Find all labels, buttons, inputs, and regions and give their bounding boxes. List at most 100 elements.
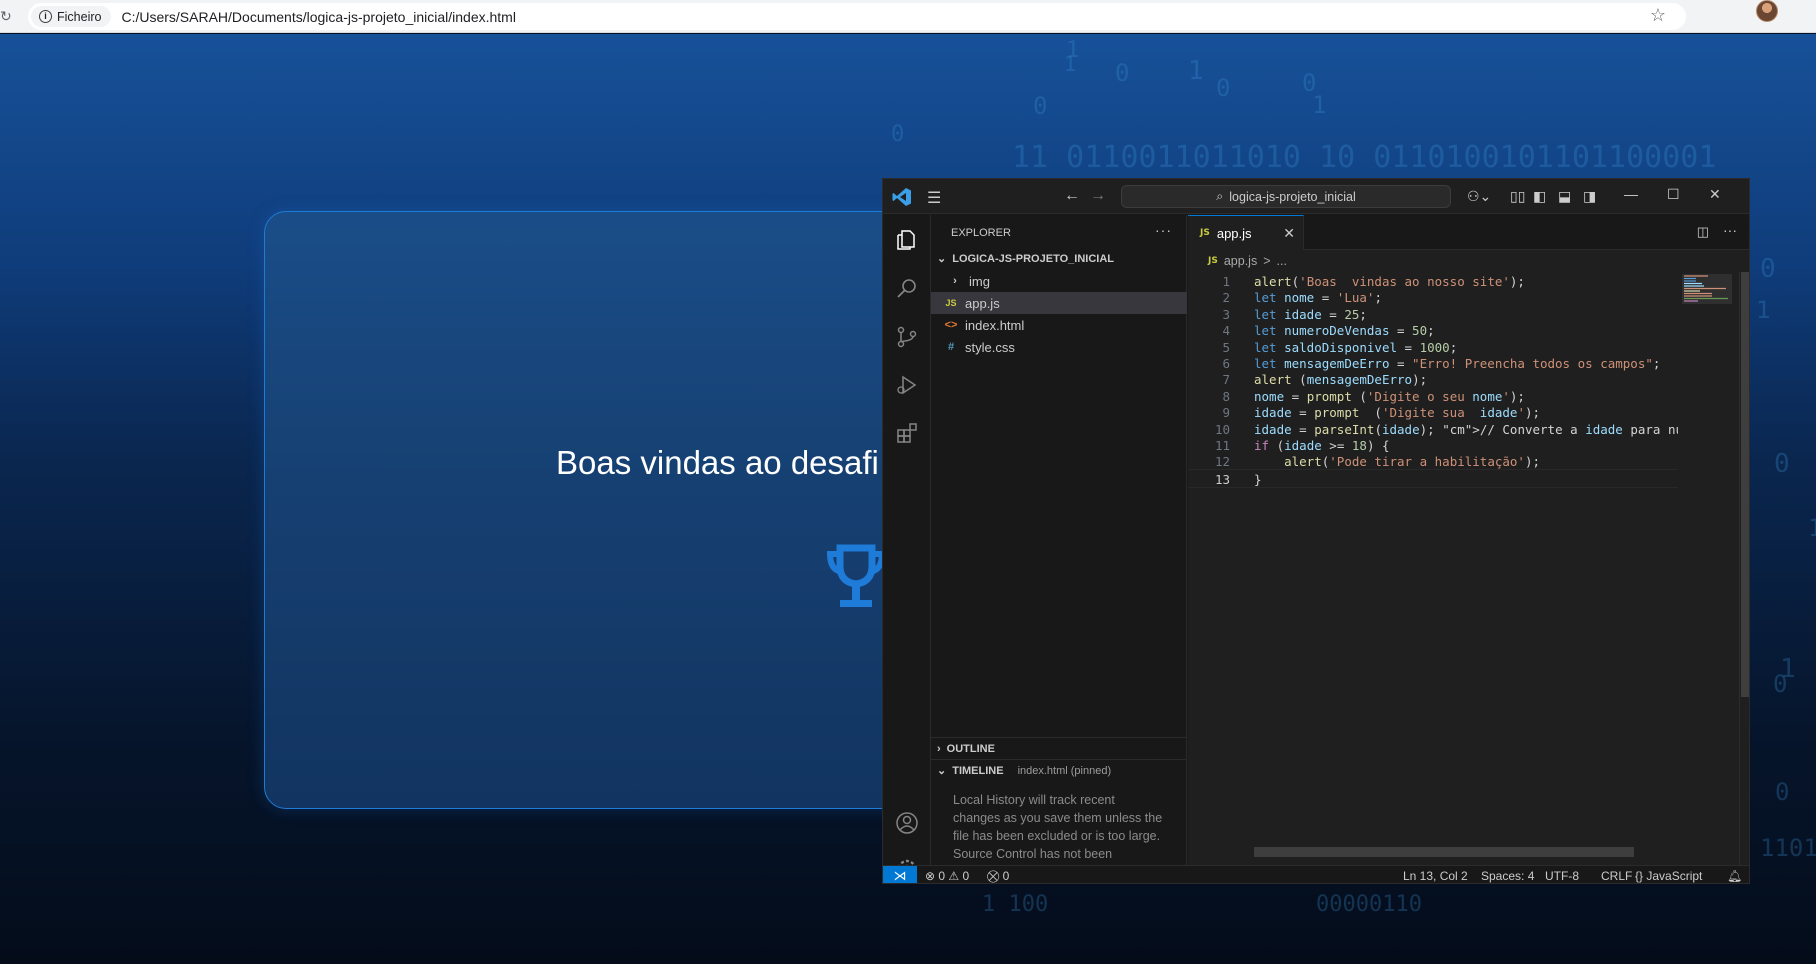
js-file-icon: JS	[1200, 228, 1210, 238]
content-card	[264, 211, 964, 809]
breadcrumb-symbol[interactable]: ...	[1277, 254, 1287, 268]
split-editor-icon[interactable]: ◫	[1697, 224, 1709, 240]
title-bar: ☰ ← → ⌕ logica-js-projeto_inicial ⚇⌄ ▯▯ …	[883, 179, 1749, 214]
chevron-down-icon: ⌄	[937, 765, 947, 777]
binary-digits: 11 0110011011010 10 0110100101101100001	[1012, 140, 1717, 175]
copilot-icon[interactable]: ⚇⌄	[1467, 188, 1491, 205]
cursor-position[interactable]: Ln 13, Col 2	[1403, 869, 1468, 883]
chevron-right-icon: ›	[937, 742, 941, 755]
bookmark-star-icon[interactable]: ☆	[1650, 5, 1666, 26]
browser-toolbar: ↻ i Ficheiro C:/Users/SARAH/Documents/lo…	[0, 0, 1816, 33]
binary-digits: 0	[1774, 449, 1790, 479]
code-line[interactable]: 13}	[1188, 468, 1678, 488]
command-center[interactable]: ⌕ logica-js-projeto_inicial	[1121, 185, 1451, 208]
project-folder-header[interactable]: ⌄ LOGICA-JS-PROJETO_INICIAL	[931, 248, 1187, 269]
timeline-pinned-file: index.html (pinned)	[1017, 764, 1112, 777]
explorer-title: EXPLORER	[951, 227, 1011, 239]
source-control-icon[interactable]	[895, 325, 919, 349]
html-file-icon: <>	[944, 319, 958, 331]
code-editor[interactable]: 1 alert('Boas vindas ao nosso site'); 2 let…	[1188, 272, 1678, 792]
close-icon[interactable]: ✕	[1283, 225, 1295, 242]
toggle-panel-icon[interactable]: ⬓	[1558, 188, 1571, 205]
line-number: 13	[1214, 471, 1230, 487]
language-mode[interactable]: {} JavaScript	[1635, 869, 1702, 883]
activity-bar	[883, 215, 931, 879]
binary-digits: 1	[1066, 38, 1080, 63]
command-center-label: logica-js-projeto_inicial	[1229, 189, 1356, 204]
outline-section[interactable]: › OUTLINE	[931, 737, 1187, 759]
tree-item-label: style.css	[965, 339, 1015, 355]
breadcrumb-separator: >	[1263, 254, 1271, 268]
toggle-secondary-sidebar-icon[interactable]: ◨	[1583, 188, 1596, 205]
binary-digits: 1 100	[982, 892, 1049, 917]
tree-item-app-js[interactable]: JS app.js	[931, 292, 1187, 314]
indentation[interactable]: Spaces: 4	[1481, 869, 1534, 883]
css-file-icon: #	[947, 341, 955, 353]
problems-indicator[interactable]: ⊗ 0 ⚠ 0	[925, 869, 969, 883]
status-bar: ⋊ ⊗ 0 ⚠ 0 ⛒ 0 Ln 13, Col 2 Spaces: 4 UTF…	[883, 865, 1749, 883]
remote-icon[interactable]: ⋊	[883, 866, 917, 883]
vscode-window: ☰ ← → ⌕ logica-js-projeto_inicial ⚇⌄ ▯▯ …	[882, 178, 1750, 884]
info-icon: i	[39, 10, 52, 23]
tree-item-img[interactable]: › img	[931, 270, 1187, 292]
scrollbar-thumb[interactable]	[1741, 272, 1749, 697]
binary-digits: 0	[1775, 778, 1790, 806]
explorer-icon[interactable]	[895, 228, 919, 252]
more-actions-icon[interactable]: ···	[1723, 222, 1737, 238]
ports-indicator[interactable]: ⛒ 0	[987, 869, 1010, 883]
binary-digits: 0	[891, 122, 905, 147]
address-bar[interactable]: i Ficheiro C:/Users/SARAH/Documents/logi…	[28, 3, 1686, 30]
search-icon: ⌕	[1216, 189, 1224, 203]
chevron-down-icon: ⌄	[937, 253, 947, 265]
binary-digits: 1101000	[1760, 834, 1816, 862]
trophy-icon	[826, 544, 886, 607]
warning-count: 0	[962, 869, 970, 883]
forward-arrow-icon[interactable]: →	[1090, 187, 1106, 205]
explorer-sidebar: EXPLORER ··· ⌄ LOGICA-JS-PROJETO_INICIAL…	[931, 215, 1187, 879]
site-info-chip[interactable]: i Ficheiro	[31, 6, 112, 27]
back-arrow-icon[interactable]: ←	[1064, 187, 1080, 205]
editor-group: JS app.js ✕ ◫ ··· JS app.js > ... 1 alert…	[1188, 215, 1749, 872]
site-chip-label: Ficheiro	[57, 9, 102, 24]
tree-item-label: img	[969, 273, 990, 289]
breadcrumb: JS app.js > ...	[1208, 254, 1287, 268]
url-text[interactable]: C:/Users/SARAH/Documents/logica-js-proje…	[121, 9, 515, 25]
layout-icon[interactable]: ▯▯	[1510, 188, 1525, 205]
binary-digits: 0	[1115, 59, 1130, 87]
vertical-scrollbar[interactable]	[1739, 272, 1749, 872]
toggle-sidebar-icon[interactable]: ◧	[1533, 188, 1546, 205]
close-window-icon[interactable]: ✕	[1709, 186, 1721, 203]
binary-digits: 0	[1760, 254, 1776, 284]
menu-icon[interactable]: ☰	[927, 188, 941, 208]
explorer-more-icon[interactable]: ···	[1155, 222, 1172, 238]
timeline-section[interactable]: ⌄ TIMELINE index.html (pinned)	[931, 759, 1187, 781]
search-sidebar-icon[interactable]	[895, 277, 919, 301]
binary-digits: 0	[1033, 92, 1048, 120]
page-title: Boas vindas ao desafi	[556, 444, 879, 481]
breadcrumb-file[interactable]: app.js	[1224, 254, 1257, 268]
tab-label: app.js	[1216, 225, 1252, 241]
minimize-icon[interactable]: —	[1624, 186, 1638, 202]
encoding[interactable]: UTF-8	[1545, 869, 1579, 883]
minimap[interactable]	[1678, 272, 1738, 742]
account-icon[interactable]	[895, 811, 919, 835]
language-label: JavaScript	[1646, 869, 1703, 883]
ports-count: 0	[1002, 869, 1010, 883]
outline-label: OUTLINE	[946, 742, 995, 755]
js-file-icon: JS	[1208, 256, 1218, 266]
tab-app-js[interactable]: JS app.js ✕	[1188, 215, 1304, 250]
run-debug-icon[interactable]	[895, 373, 919, 397]
binary-digits: 00000110	[1316, 892, 1422, 917]
end-of-line[interactable]: CRLF	[1601, 869, 1632, 883]
extensions-icon[interactable]	[895, 421, 919, 445]
notifications-bell-icon[interactable]: 🔔︎	[1727, 869, 1742, 883]
horizontal-scrollbar[interactable]	[1254, 847, 1634, 857]
maximize-icon[interactable]: ☐	[1667, 186, 1680, 203]
profile-avatar[interactable]	[1756, 0, 1778, 22]
tree-item-style-css[interactable]: # style.css	[931, 336, 1187, 358]
timeline-label: TIMELINE	[952, 764, 1004, 777]
tree-item-label: app.js	[965, 295, 1000, 311]
tree-item-index-html[interactable]: <> index.html	[931, 314, 1187, 336]
reload-icon[interactable]: ↻	[0, 8, 12, 24]
binary-digits: 1	[1312, 91, 1327, 119]
